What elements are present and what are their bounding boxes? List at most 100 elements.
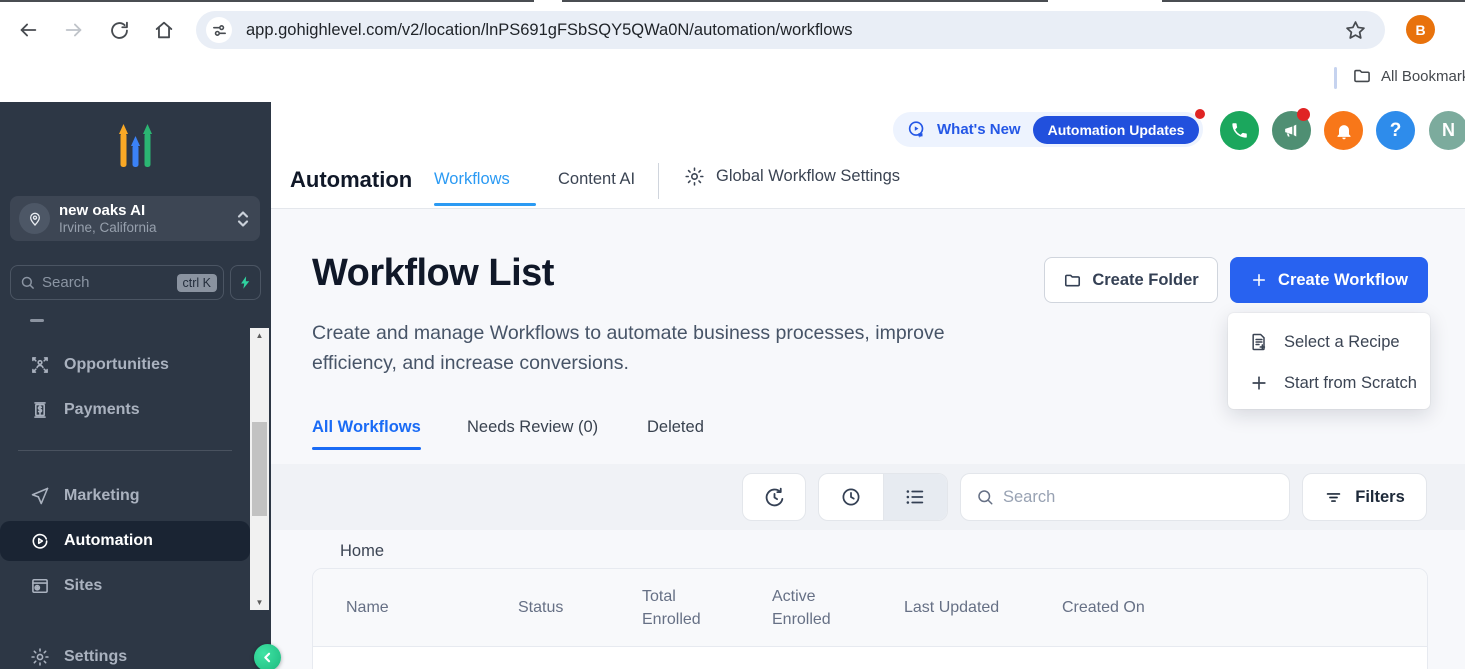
sidebar-search-input[interactable]	[42, 274, 177, 291]
phone-button[interactable]	[1220, 111, 1259, 150]
chevron-left-icon	[260, 650, 275, 665]
automation-icon	[30, 531, 50, 551]
chevron-up-down-icon	[236, 209, 250, 229]
user-avatar[interactable]: N	[1429, 111, 1465, 150]
sidebar-divider	[18, 450, 232, 451]
bookmark-star-icon[interactable]	[1344, 19, 1367, 42]
location-name: new oaks AI	[59, 202, 236, 220]
site-settings-icon[interactable]	[206, 17, 232, 43]
bell-icon	[1334, 121, 1354, 141]
sites-icon	[30, 576, 50, 596]
opportunities-icon	[30, 355, 50, 375]
tab-needs-review[interactable]: Needs Review (0)	[467, 418, 598, 437]
page-description: Create and manage Workflows to automate …	[312, 318, 1027, 378]
sidebar-item-sites[interactable]: Sites	[0, 567, 250, 605]
phone-icon	[1230, 121, 1249, 140]
history-clock-icon	[763, 486, 786, 509]
table-body	[313, 647, 1427, 669]
plus-icon	[1250, 271, 1268, 289]
sidebar-item-settings[interactable]: Settings	[0, 638, 250, 669]
tab-all-workflows[interactable]: All Workflows	[312, 418, 421, 437]
whats-new-notification-dot	[1195, 109, 1205, 119]
enrollment-history-button[interactable]	[742, 473, 806, 521]
folder-icon	[1352, 66, 1372, 86]
workflow-search[interactable]	[960, 473, 1290, 521]
back-arrow-icon	[17, 19, 39, 41]
create-workflow-dropdown: Select a Recipe Start from Scratch	[1228, 313, 1430, 409]
payments-icon	[30, 400, 50, 420]
view-toggle	[818, 473, 948, 521]
gohighlevel-logo	[111, 122, 160, 169]
sidebar-item-payments[interactable]: Payments	[0, 391, 250, 429]
settings-gear-icon	[30, 647, 50, 667]
sidebar-item-opportunities[interactable]: Opportunities	[0, 346, 250, 384]
tab-content-ai[interactable]: Content AI	[558, 170, 635, 189]
list-icon	[904, 486, 926, 508]
location-pin-icon	[19, 203, 50, 234]
whats-new-icon	[906, 119, 928, 141]
browser-forward-button[interactable]	[58, 14, 90, 46]
filters-label: Filters	[1355, 488, 1405, 507]
column-header-active-enrolled: ActiveEnrolled	[772, 585, 904, 631]
all-bookmarks-button[interactable]: All Bookmarks	[1352, 66, 1465, 86]
sidebar-collapse-button[interactable]	[254, 644, 281, 669]
url-text[interactable]: app.gohighlevel.com/v2/location/lnPS691g…	[246, 21, 1344, 40]
refresh-icon	[109, 20, 130, 41]
automation-header: Automation Workflows Content AI Global W…	[271, 95, 1465, 209]
sidebar-scrollbar[interactable]: ▲ ▼	[250, 328, 269, 610]
logo-arrows	[119, 124, 152, 167]
global-workflow-settings-link[interactable]: Global Workflow Settings	[684, 166, 900, 187]
tab-deleted[interactable]: Deleted	[647, 418, 704, 437]
breadcrumb-home[interactable]: Home	[340, 542, 384, 561]
column-header-name: Name	[346, 599, 518, 617]
dropdown-item-select-recipe[interactable]: Select a Recipe	[1228, 322, 1430, 362]
filter-icon	[1324, 488, 1343, 507]
whats-new-pill[interactable]: What's New Automation Updates	[893, 112, 1203, 147]
marketing-icon	[30, 486, 50, 506]
browser-chrome: app.gohighlevel.com/v2/location/lnPS691g…	[0, 0, 1465, 62]
scroll-down-arrow[interactable]: ▼	[250, 595, 269, 610]
create-folder-button[interactable]: Create Folder	[1044, 257, 1218, 303]
workflow-search-input[interactable]	[1003, 488, 1289, 507]
column-header-total-enrolled: TotalEnrolled	[642, 585, 772, 631]
notifications-button[interactable]	[1324, 111, 1363, 150]
browser-refresh-button[interactable]	[103, 14, 135, 46]
sidebar-item-label: Automation	[64, 532, 153, 550]
list-view-toggle[interactable]	[883, 474, 948, 520]
dropdown-item-start-from-scratch[interactable]: Start from Scratch	[1228, 363, 1430, 403]
help-button[interactable]: ?	[1376, 111, 1415, 150]
location-switcher[interactable]: new oaks AI Irvine, California	[10, 196, 260, 241]
browser-profile-avatar[interactable]: B	[1406, 15, 1435, 44]
question-mark-icon: ?	[1390, 120, 1402, 142]
sidebar-item-marketing[interactable]: Marketing	[0, 477, 250, 515]
sidebar-search[interactable]: ctrl K	[10, 265, 224, 300]
location-city: Irvine, California	[59, 220, 236, 236]
bookmarks-divider	[1334, 67, 1337, 89]
sidebar-item-label: Sites	[64, 577, 102, 595]
tab-workflows[interactable]: Workflows	[434, 170, 510, 189]
scroll-up-arrow[interactable]: ▲	[250, 328, 269, 343]
address-bar[interactable]: app.gohighlevel.com/v2/location/lnPS691g…	[196, 11, 1385, 49]
workflow-table: Name Status TotalEnrolled ActiveEnrolled…	[312, 568, 1428, 669]
avatar-initial: N	[1442, 120, 1455, 141]
browser-back-button[interactable]	[12, 14, 44, 46]
quick-actions-button[interactable]	[230, 265, 261, 300]
search-icon	[20, 275, 35, 290]
sidebar-item-automation[interactable]: Automation	[0, 521, 250, 561]
browser-home-button[interactable]	[148, 14, 180, 46]
plus-icon	[1249, 373, 1269, 393]
browser-menu-icon[interactable]: ⋮	[1459, 20, 1465, 40]
clock-icon	[840, 486, 862, 508]
create-folder-label: Create Folder	[1092, 271, 1198, 290]
keyboard-shortcut-badge: ctrl K	[177, 274, 217, 292]
home-icon	[153, 19, 175, 41]
create-workflow-button[interactable]: Create Workflow	[1230, 257, 1428, 303]
automation-updates-badge[interactable]: Automation Updates	[1033, 116, 1200, 144]
folder-icon	[1063, 271, 1082, 290]
search-icon	[976, 488, 994, 506]
scrollbar-thumb[interactable]	[252, 422, 267, 516]
time-view-toggle[interactable]	[819, 474, 883, 520]
filters-button[interactable]: Filters	[1302, 473, 1427, 521]
dropdown-item-label: Select a Recipe	[1284, 333, 1400, 352]
recipe-document-icon	[1249, 332, 1269, 352]
